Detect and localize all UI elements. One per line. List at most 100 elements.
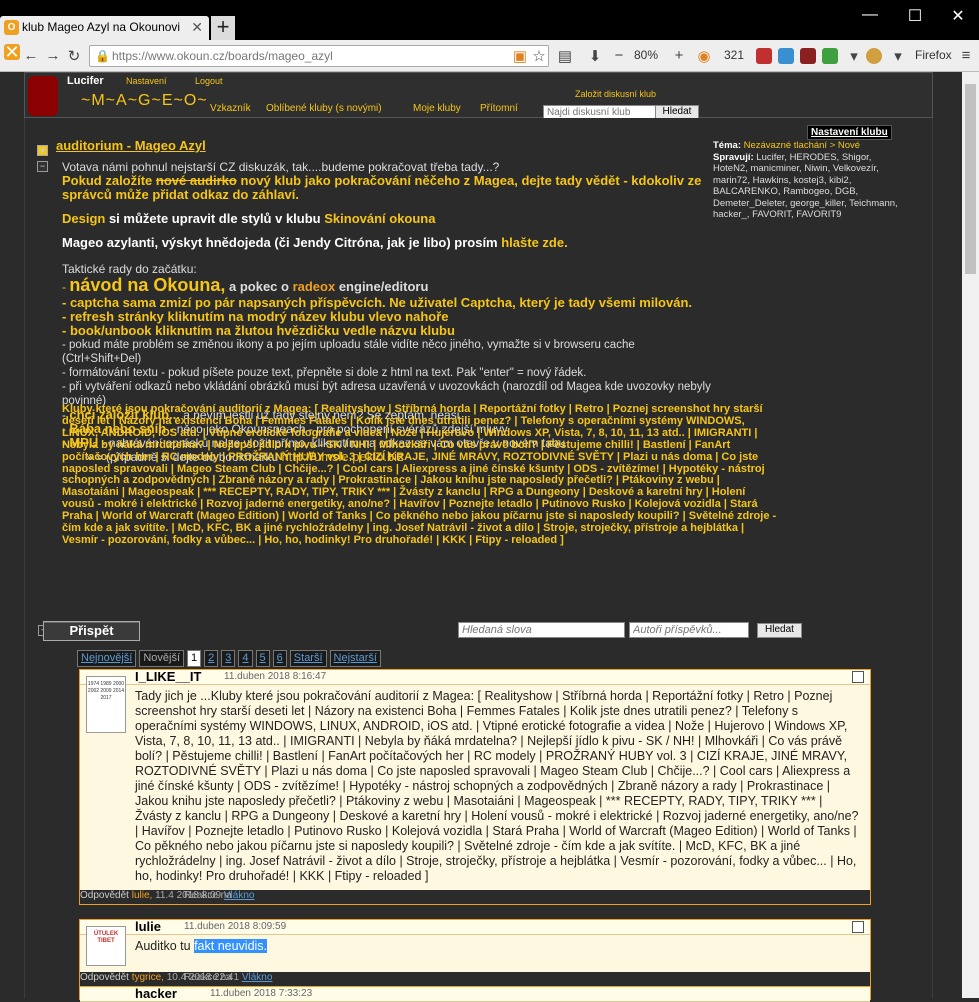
scrollbar-thumb[interactable] — [965, 84, 976, 274]
post-date[interactable]: 11.duben 2018 7:33:23 — [210, 988, 312, 999]
post-header: I_LIKE__IT 11.duben 2018 8:16:47 — [80, 669, 870, 685]
reaction-label: Reakce na — [184, 890, 232, 901]
menu-icon[interactable]: ≡ — [957, 47, 975, 64]
rss-icon[interactable]: ▣ — [511, 47, 529, 65]
zoom-out-icon[interactable]: − — [610, 47, 628, 64]
pager-newest[interactable]: Nejnovější — [77, 650, 137, 667]
radeox-link[interactable]: radeox — [293, 279, 336, 294]
back-icon[interactable]: ← — [22, 47, 40, 64]
zoom-level[interactable]: 80% — [634, 48, 658, 62]
forward-icon[interactable]: → — [44, 47, 62, 64]
post-footer: Odpovědět Reakce na lulie, 11.4 2018 8:0… — [80, 890, 870, 904]
site-logo[interactable]: ~M~A~G~E~O~ — [81, 92, 208, 110]
user-avatar[interactable] — [28, 76, 58, 116]
nav-oblibene[interactable]: Oblíbené kluby (s novými) — [266, 103, 382, 114]
reply-link[interactable]: Odpovědět — [80, 972, 129, 983]
close-window-icon[interactable]: ✕ — [943, 6, 973, 26]
page-scrollbar[interactable] — [962, 72, 979, 998]
nav-pritomni[interactable]: Přítomní — [480, 103, 518, 114]
admins-label: Spravují: — [713, 151, 754, 163]
navod-link[interactable]: návod na Okouna, — [69, 275, 225, 295]
desc-line2: Pokud založíte — [62, 173, 156, 188]
logout-link[interactable]: Logout — [195, 76, 223, 86]
reaction-author[interactable]: tygrice, — [132, 972, 164, 983]
bookmark-star-icon[interactable]: ☆ — [530, 47, 548, 65]
pager-page-1[interactable]: 1 — [187, 650, 202, 667]
nav-moje-kluby[interactable]: Moje kluby — [413, 103, 461, 114]
download-icon[interactable]: ⬇ — [586, 47, 604, 65]
pager-older[interactable]: Starší — [289, 650, 327, 667]
pager-oldest[interactable]: Nejstarší — [329, 650, 381, 667]
post-header: hacker 11.duben 2018 7:33:23 — [80, 986, 870, 1002]
feed-icon[interactable]: ◉ — [695, 47, 713, 65]
url-bar[interactable]: 🔒 https://www.okoun.cz/boards/mageo_azyl — [89, 45, 549, 67]
clubs-list[interactable]: Kluby které jsou pokračování auditorií z… — [62, 403, 777, 547]
pager-page-4[interactable]: 4 — [238, 650, 253, 667]
nav-vzkaznik[interactable]: Vzkazník — [210, 103, 251, 114]
dropdown-icon[interactable]: ▾ — [889, 47, 907, 65]
lock-icon: 🔒 — [95, 49, 110, 63]
post-checkbox[interactable] — [852, 921, 864, 933]
url-text: https://www.okoun.cz/boards/mageo_azyl — [112, 49, 333, 63]
pager-newer: Novější — [139, 650, 185, 667]
search-words-input[interactable] — [458, 622, 625, 638]
browser-navbar: ✕ ← → ↻ 🔒 https://www.okoun.cz/boards/ma… — [0, 40, 979, 72]
tab-title: klub Mageo Azyl na Okounovi — [22, 20, 181, 34]
search-authors-input[interactable] — [629, 622, 749, 638]
report-link[interactable]: hlašte zde. — [501, 235, 567, 250]
club-settings-link[interactable]: Nastavení klubu — [807, 125, 892, 140]
pager-page-3[interactable]: 3 — [221, 650, 236, 667]
pager-page-6[interactable]: 6 — [272, 650, 287, 667]
reload-icon[interactable]: ↻ — [65, 47, 83, 65]
thread-link[interactable]: Vlákno — [242, 972, 273, 983]
post-author[interactable]: lulie — [135, 919, 161, 934]
reply-link[interactable]: Odpovědět — [80, 890, 129, 901]
board-title[interactable]: auditorium - Mageo Azyl — [56, 138, 206, 153]
post-author[interactable]: hacker — [135, 986, 177, 1001]
create-club-link[interactable]: Založit diskusní klub — [575, 89, 656, 99]
addon-dark-icon[interactable] — [800, 48, 816, 64]
reaction-author[interactable]: lulie, — [132, 890, 153, 901]
pager-page-5[interactable]: 5 — [255, 650, 270, 667]
post-text: Auditko tu — [135, 939, 195, 953]
pager-page-2[interactable]: 2 — [204, 650, 219, 667]
tip1-end: engine/editoru — [335, 279, 429, 294]
post-checkbox[interactable] — [852, 671, 864, 683]
desc-strike: nové audirko — [155, 173, 237, 188]
bookmarks-icon[interactable]: ▤ — [556, 47, 574, 65]
tema-value[interactable]: Nezávazné tlachání > Nové — [744, 140, 860, 151]
counter: 321 — [724, 48, 745, 62]
settings-link[interactable]: Nastavení — [126, 76, 167, 86]
post-header: lulie 11.duben 2018 8:09:59 — [80, 919, 870, 935]
club-info-sidebar: Téma: Nezávazné tlachání > Nové Spravují… — [713, 140, 903, 221]
post-date[interactable]: 11.duben 2018 8:09:59 — [184, 921, 286, 932]
post-author[interactable]: I_LIKE__IT — [135, 669, 201, 684]
post-date[interactable]: 11.duben 2018 8:16:47 — [224, 671, 326, 682]
app-icon[interactable]: ✕ — [4, 43, 20, 61]
addon-green-icon[interactable] — [822, 48, 838, 64]
addon-red-icon[interactable] — [756, 48, 772, 64]
browser-tabbar: O klub Mageo Azyl na Okounovi ✕ + — ☐ ✕ — [0, 0, 979, 40]
post-body: Auditko tu fakt neuvidis. — [80, 935, 870, 972]
addon-face-icon[interactable] — [866, 48, 882, 64]
post-footer: Odpovědět Reakce na tygrice, 10.4 2018 2… — [80, 972, 870, 986]
new-tab-button[interactable]: + — [211, 16, 235, 40]
username[interactable]: Lucifer — [67, 75, 104, 87]
page-viewport: Lucifer Nastavení Logout ~M~A~G~E~O~ Vzk… — [0, 72, 979, 1002]
addon-blue-icon[interactable] — [778, 48, 794, 64]
pagination: Nejnovější Novější 1 2 3 4 5 6 Starší Ne… — [77, 650, 384, 667]
zoom-in-icon[interactable]: + — [670, 47, 688, 64]
post-button[interactable]: Přispět — [43, 621, 140, 641]
bookmark-star-icon[interactable]: ★ — [37, 145, 48, 156]
skin-link[interactable]: Skinování okouna — [324, 211, 435, 226]
browser-tab[interactable]: O klub Mageo Azyl na Okounovi ✕ — [0, 16, 209, 40]
dropdown-icon[interactable]: ▾ — [845, 47, 863, 65]
maximize-icon[interactable]: ☐ — [900, 6, 930, 26]
post-search-button[interactable]: Hledat — [757, 623, 802, 638]
minimize-icon[interactable]: — — [855, 6, 885, 24]
collapse-icon[interactable]: − — [37, 161, 48, 172]
close-tab-icon[interactable]: ✕ — [191, 19, 203, 36]
browser-name: Firefox — [915, 48, 952, 62]
design-link[interactable]: Design — [62, 211, 105, 226]
tema-label: Téma: — [713, 140, 741, 151]
